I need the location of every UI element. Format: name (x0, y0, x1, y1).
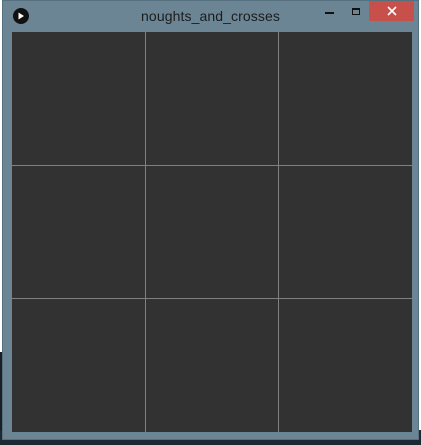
maximize-button[interactable] (343, 1, 369, 21)
board-cell-r1c1[interactable] (12, 32, 145, 165)
close-icon (386, 6, 397, 16)
board-cell-r3c2[interactable] (146, 299, 279, 432)
board-cell-r2c1[interactable] (12, 166, 145, 299)
board-cell-r1c3[interactable] (279, 32, 412, 165)
maximize-icon (352, 7, 360, 15)
minimize-button[interactable] (316, 1, 343, 21)
board-cell-r3c1[interactable] (12, 299, 145, 432)
minimize-icon (325, 11, 334, 14)
close-button[interactable] (369, 1, 414, 21)
board-cell-r2c2[interactable] (146, 166, 279, 299)
board-cell-r2c3[interactable] (279, 166, 412, 299)
board-cell-r3c3[interactable] (279, 299, 412, 432)
app-window: noughts_and_crosses (2, 0, 419, 440)
title-bar[interactable]: noughts_and_crosses (3, 1, 418, 31)
game-board[interactable] (12, 32, 412, 432)
board-cell-r1c2[interactable] (146, 32, 279, 165)
